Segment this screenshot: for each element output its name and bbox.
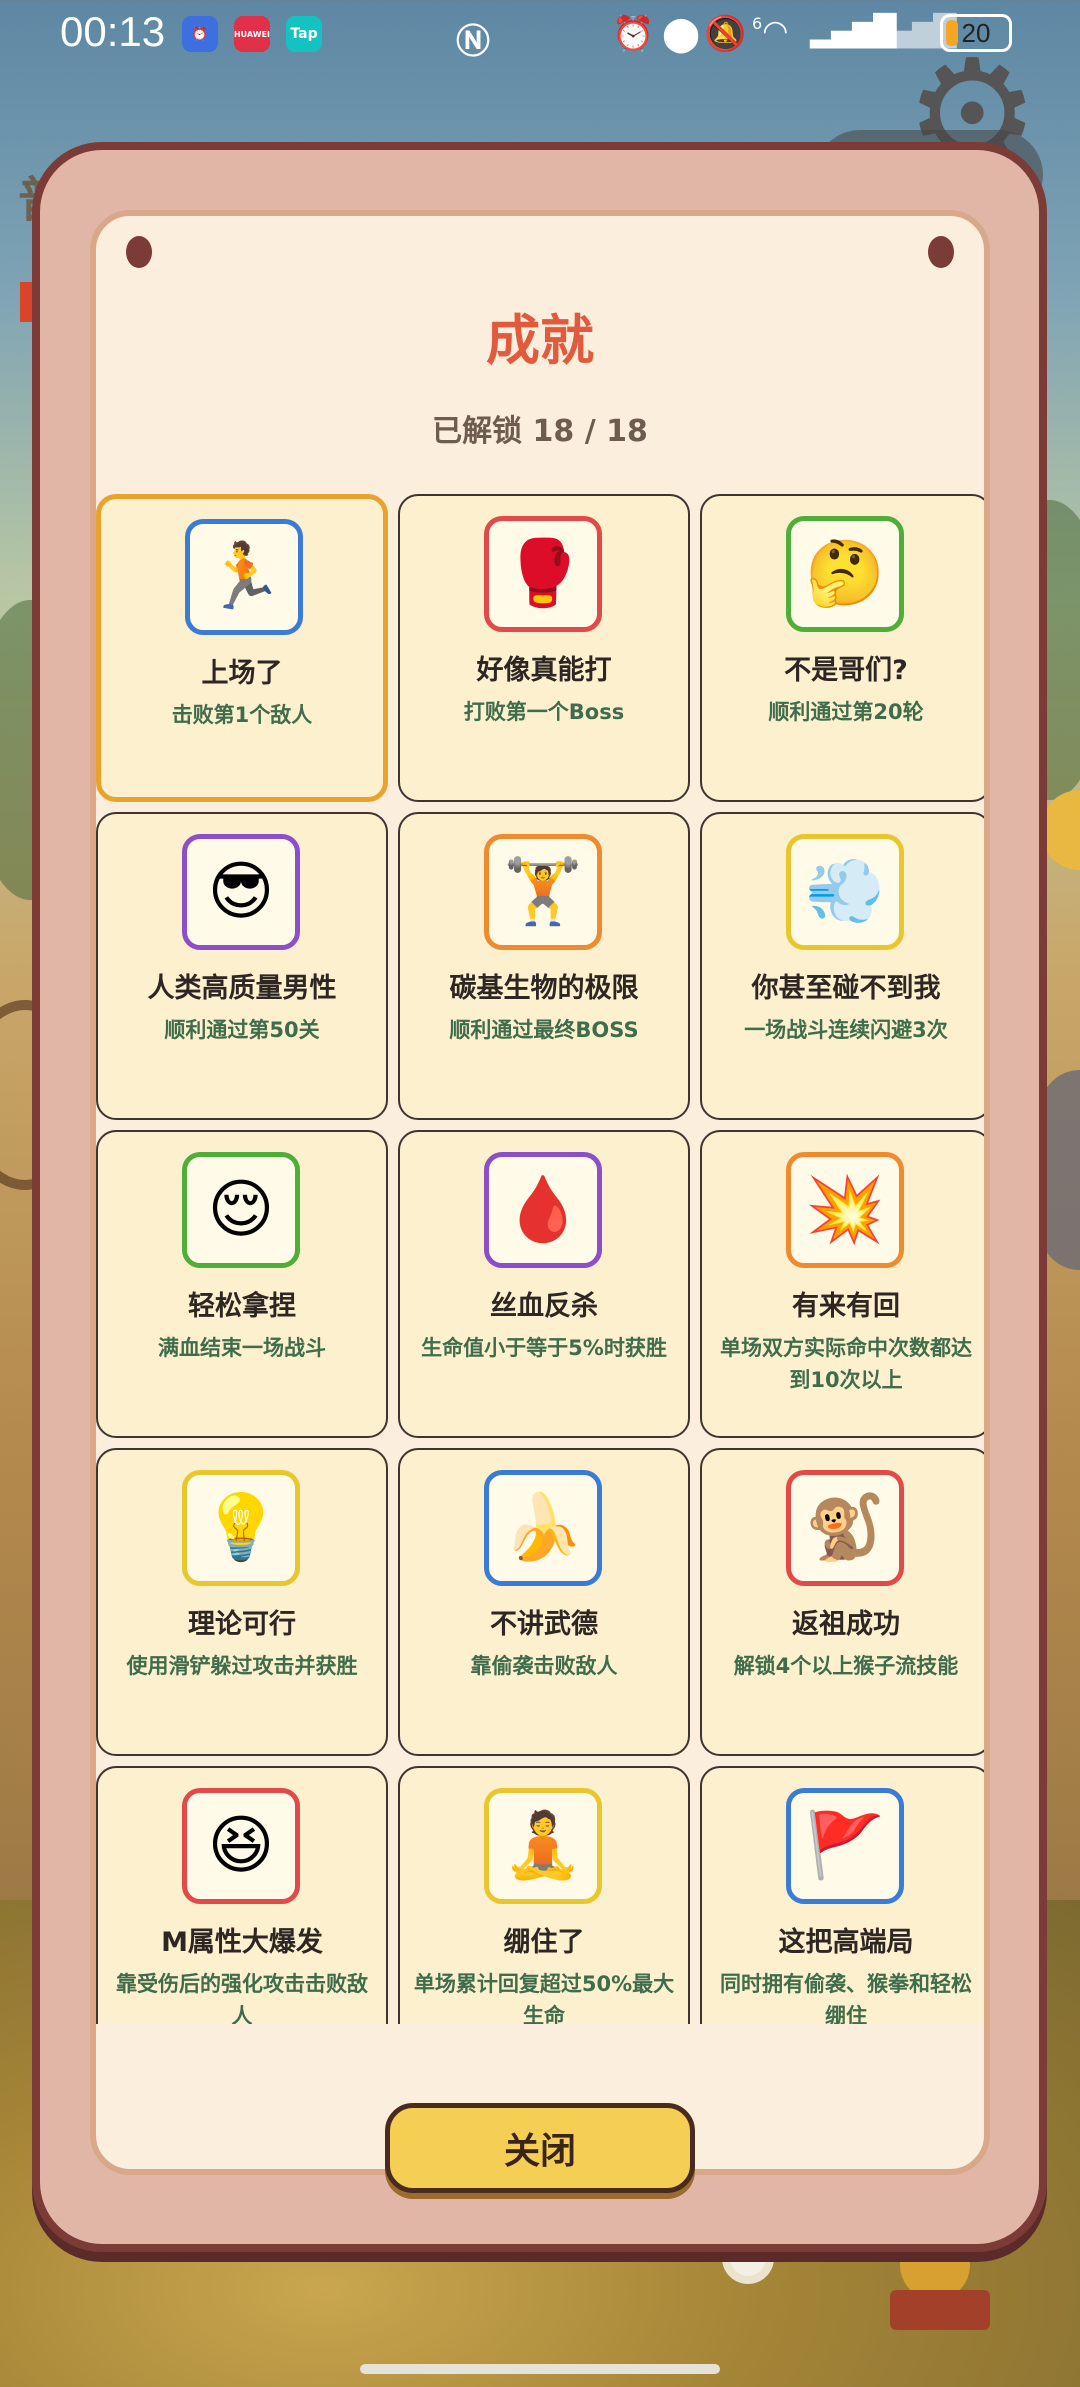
taptap-app-icon: Tap xyxy=(286,16,322,52)
achievement-description: 靠偷袭击败敌人 xyxy=(470,1654,618,1678)
achievement-title: 返祖成功 xyxy=(792,1609,900,1640)
mute-icon: 🔕 xyxy=(704,14,747,54)
achievement-card[interactable]: 😌 轻松拿捏满血结束一场战斗 xyxy=(96,1130,388,1438)
achievement-description: 一场战斗连续闪避3次 xyxy=(744,1018,948,1042)
achievement-description: 顺利通过第50关 xyxy=(164,1018,320,1042)
achievement-figure: 🏋 xyxy=(503,855,583,929)
achievement-card[interactable]: 🏋 碳基生物的极限顺利通过最终BOSS xyxy=(398,812,690,1120)
bolt-decoration xyxy=(126,236,152,268)
achievement-figure: 🚩 xyxy=(805,1809,885,1883)
clock-app-icon: ⏰ xyxy=(182,16,218,52)
achievement-title: 好像真能打 xyxy=(476,655,612,686)
achievement-description: 顺利通过第20轮 xyxy=(768,700,924,724)
achievement-figure: 🩸 xyxy=(503,1173,583,1247)
achievement-title: 理论可行 xyxy=(188,1609,296,1640)
achievement-grid: 🏃 上场了击败第1个敌人 🥊 好像真能打打败第一个Boss 🤔 不是哥们? 顺利通过第20轮… xyxy=(96,494,984,2134)
achievement-card[interactable]: 🏃 上场了击败第1个敌人 xyxy=(96,494,388,802)
achievement-card[interactable]: 😎 人类高质量男性顺利通过第50关 xyxy=(96,812,388,1120)
huawei-app-icon: HUAWEI xyxy=(234,16,270,52)
achievement-figure: 😌 xyxy=(207,1173,275,1247)
achievement-figure: 🏃 xyxy=(204,540,284,614)
achievement-description: 单场累计回复超过50%最大生命 xyxy=(413,1972,675,2028)
lightbulb-icon: 💡 xyxy=(182,1470,300,1586)
relaxed-icon: 😌 xyxy=(182,1152,300,1268)
alarm-icon: ⏰ xyxy=(612,14,655,54)
achievement-title: 人类高质量男性 xyxy=(147,973,337,1004)
low-hp-icon: 🩸 xyxy=(484,1152,602,1268)
achievement-figure: 🥊 xyxy=(503,537,583,611)
achievement-description: 击败第1个敌人 xyxy=(171,703,313,727)
bolt-decoration xyxy=(928,236,954,268)
achievement-description: 顺利通过最终BOSS xyxy=(449,1018,639,1042)
sneak-icon: 🍌 xyxy=(484,1470,602,1586)
achievement-card[interactable]: 🐒 返祖成功解锁4个以上猴子流技能 xyxy=(700,1448,984,1756)
achievement-title: 不讲武德 xyxy=(490,1609,598,1640)
home-indicator[interactable] xyxy=(360,2364,720,2374)
kick-ball-icon: 🏃 xyxy=(185,519,303,635)
achievement-card[interactable]: 🤔 不是哥们? 顺利通过第20轮 xyxy=(700,494,984,802)
achievement-card[interactable]: 💡 理论可行使用滑铲躲过攻击并获胜 xyxy=(96,1448,388,1756)
achievement-list[interactable]: 🏃 上场了击败第1个敌人 🥊 好像真能打打败第一个Boss 🤔 不是哥们? 顺利通过第20轮… xyxy=(96,494,984,2134)
boxing-icon: 🥊 xyxy=(484,516,602,632)
achievement-figure: 😆 xyxy=(207,1809,275,1883)
wifi-generation-label: 6 xyxy=(752,14,763,33)
achievement-card[interactable]: 🍌 不讲武德靠偷袭击败敌人 xyxy=(398,1448,690,1756)
achievement-description: 打败第一个Boss xyxy=(463,700,625,724)
achievement-description: 靠受伤后的强化攻击击败敌人 xyxy=(116,1972,368,2028)
confused-icon: 🤔 xyxy=(786,516,904,632)
clash-icon: 💥 xyxy=(786,1152,904,1268)
achievement-title: 有来有回 xyxy=(792,1291,900,1322)
achievement-figure: 💨 xyxy=(805,855,885,929)
monkey-icon: 🐒 xyxy=(786,1470,904,1586)
trophy-base xyxy=(890,2290,990,2330)
wifi-icon: 6◠ xyxy=(752,14,789,49)
achievement-figure: 😎 xyxy=(207,855,275,929)
unlocked-count: 已解锁 18 / 18 xyxy=(432,414,648,449)
dodge-icon: 💨 xyxy=(786,834,904,950)
achievement-figure: 🍌 xyxy=(503,1491,583,1565)
sunglasses-icon: 😎 xyxy=(182,834,300,950)
achievement-title: M属性大爆发 xyxy=(161,1927,323,1958)
achievement-title: 丝血反杀 xyxy=(490,1291,598,1322)
summit-icon: 🚩 xyxy=(786,1788,904,1904)
achievement-figure: 🐒 xyxy=(805,1491,885,1565)
achievement-figure: 🧘 xyxy=(503,1809,583,1883)
meditate-icon: 🧘 xyxy=(484,1788,602,1904)
achievement-title: 你甚至碰不到我 xyxy=(751,973,941,1004)
achievement-description: 同时拥有偷袭、猴拳和轻松绷住 xyxy=(720,1972,972,2028)
achievement-description: 使用滑铲躲过攻击并获胜 xyxy=(126,1654,358,1678)
achievement-title: 碳基生物的极限 xyxy=(449,973,639,1004)
close-button[interactable]: 关闭 xyxy=(385,2103,695,2193)
dialog-title: 成就 xyxy=(486,309,594,372)
achievement-card[interactable]: 🩸 丝血反杀生命值小于等于5%时获胜 xyxy=(398,1130,690,1438)
achievement-card[interactable]: 💨 你甚至碰不到我一场战斗连续闪避3次 xyxy=(700,812,984,1120)
achievement-figure: 🤔 xyxy=(805,537,885,611)
achievement-title: 上场了 xyxy=(201,658,283,689)
burst-icon: 😆 xyxy=(182,1788,300,1904)
achievement-description: 解锁4个以上猴子流技能 xyxy=(733,1654,959,1678)
achievement-title: 绷住了 xyxy=(503,1927,585,1958)
dialog-panel: 成就 已解锁 18 / 18 🏃 上场了击败第1个敌人 🥊 好像真能打打败第一个Bos… xyxy=(90,210,990,2175)
location-icon: ⬤ xyxy=(662,14,701,54)
achievement-figure: 💡 xyxy=(201,1491,281,1565)
achievement-card[interactable]: 💥 有来有回单场双方实际命中次数都达到10次以上 xyxy=(700,1130,984,1438)
achievement-title: 不是哥们? xyxy=(784,655,908,686)
achievements-dialog: 成就 已解锁 18 / 18 🏃 上场了击败第1个敌人 🥊 好像真能打打败第一个Bos… xyxy=(32,142,1047,2252)
achievement-description: 单场双方实际命中次数都达到10次以上 xyxy=(720,1336,972,1392)
achievement-card[interactable]: 🥊 好像真能打打败第一个Boss xyxy=(398,494,690,802)
achievement-description: 生命值小于等于5%时获胜 xyxy=(421,1336,667,1360)
nfc-icon: Ⓝ xyxy=(456,22,490,62)
achievement-description: 满血结束一场战斗 xyxy=(158,1336,326,1360)
achievement-figure: 💥 xyxy=(805,1173,885,1247)
weightlift-icon: 🏋 xyxy=(484,834,602,950)
status-time: 00:13 xyxy=(60,8,166,55)
achievement-title: 轻松拿捏 xyxy=(188,1291,296,1322)
achievement-title: 这把高端局 xyxy=(778,1927,914,1958)
